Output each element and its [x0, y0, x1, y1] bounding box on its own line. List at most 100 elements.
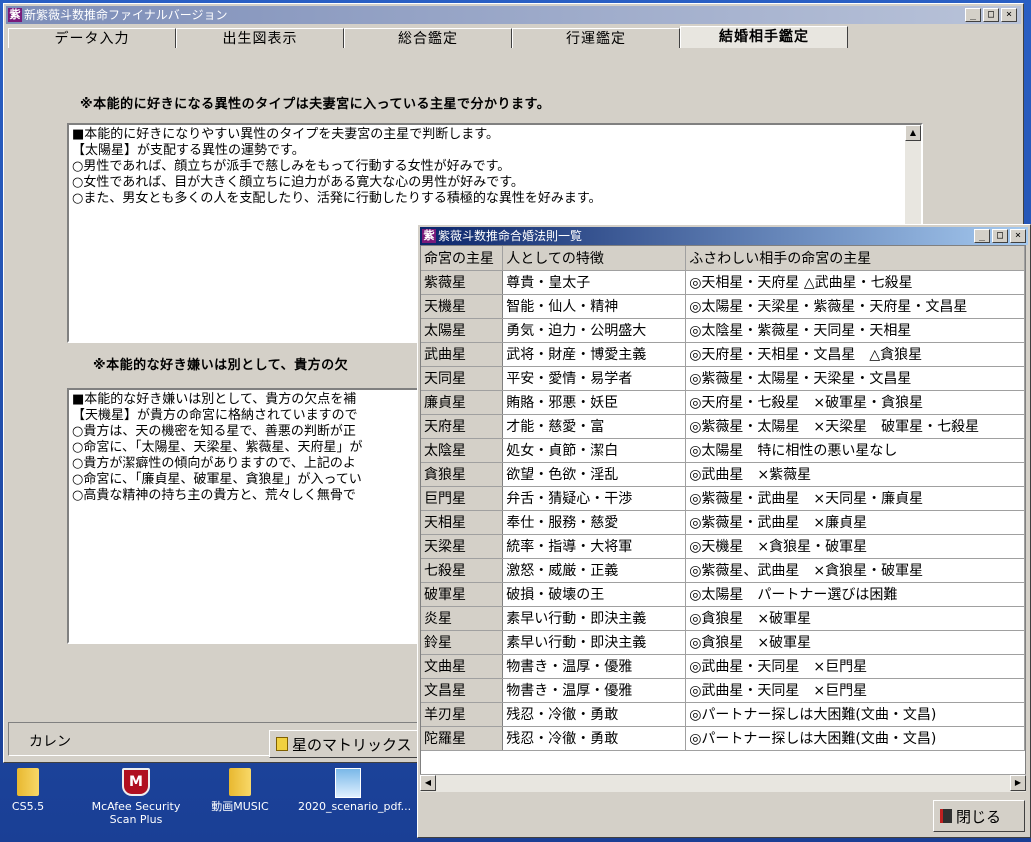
cell-suitable-partner[interactable]: ◎紫薇星・武曲星 ×天同星・廉貞星 — [685, 486, 1025, 511]
cell-suitable-partner[interactable]: ◎武曲星・天同星 ×巨門星 — [685, 678, 1025, 703]
cell-main-star[interactable]: 巨門星 — [421, 486, 504, 511]
cell-suitable-partner[interactable]: ◎貪狼星 ×破軍星 — [685, 606, 1025, 631]
cell-characteristics[interactable]: 勇気・迫力・公明盛大 — [502, 318, 687, 343]
cell-characteristics[interactable]: 弁舌・猜疑心・干渉 — [502, 486, 687, 511]
cell-suitable-partner[interactable]: ◎紫薇星・太陽星・天梁星・文昌星 — [685, 366, 1025, 391]
table-row[interactable]: 天同星 平安・愛情・易学者 ◎紫薇星・太陽星・天梁星・文昌星 — [421, 366, 1025, 391]
cell-suitable-partner[interactable]: ◎紫薇星・武曲星 ×廉貞星 — [685, 510, 1025, 535]
cell-main-star[interactable]: 七殺星 — [421, 558, 504, 583]
cell-main-star[interactable]: 天同星 — [421, 366, 504, 391]
cell-main-star[interactable]: 紫薇星 — [421, 270, 504, 295]
cell-characteristics[interactable]: 尊貴・皇太子 — [502, 270, 687, 295]
cell-characteristics[interactable]: 才能・慈愛・富 — [502, 414, 687, 439]
scroll-up-icon[interactable]: ▲ — [905, 125, 921, 141]
table-row[interactable]: 巨門星 弁舌・猜疑心・干渉 ◎紫薇星・武曲星 ×天同星・廉貞星 — [421, 486, 1025, 511]
cell-suitable-partner[interactable]: ◎太陽星 特に相性の悪い星なし — [685, 438, 1025, 463]
table-row[interactable]: 文昌星 物書き・温厚・優雅 ◎武曲星・天同星 ×巨門星 — [421, 678, 1025, 703]
cell-suitable-partner[interactable]: ◎太陰星・紫薇星・天同星・天相星 — [685, 318, 1025, 343]
table-row[interactable]: 破軍星 破損・破壊の王 ◎太陽星 パートナー選びは困難 — [421, 582, 1025, 607]
cell-main-star[interactable]: 天相星 — [421, 510, 504, 535]
cell-characteristics[interactable]: 物書き・温厚・優雅 — [502, 654, 687, 679]
cell-suitable-partner[interactable]: ◎パートナー探しは大困難(文曲・文昌) — [685, 726, 1025, 751]
cell-suitable-partner[interactable]: ◎武曲星・天同星 ×巨門星 — [685, 654, 1025, 679]
close-button[interactable]: × — [1001, 8, 1017, 22]
cell-main-star[interactable]: 貪狼星 — [421, 462, 504, 487]
cell-main-star[interactable]: 文昌星 — [421, 678, 504, 703]
cell-characteristics[interactable]: 残忍・冷徹・勇敢 — [502, 726, 687, 751]
maximize-button[interactable]: □ — [983, 8, 999, 22]
table-row[interactable]: 天梁星 統率・指導・大将軍 ◎天機星 ×貪狼星・破軍星 — [421, 534, 1025, 559]
cell-characteristics[interactable]: 賄賂・邪悪・妖臣 — [502, 390, 687, 415]
cell-suitable-partner[interactable]: ◎太陽星・天梁星・紫薇星・天府星・文昌星 — [685, 294, 1025, 319]
cell-suitable-partner[interactable]: ◎紫薇星・太陽星 ×天梁星 破軍星・七殺星 — [685, 414, 1025, 439]
column-header[interactable]: 命宮の主星 — [421, 246, 504, 271]
cell-main-star[interactable]: 太陰星 — [421, 438, 504, 463]
table-row[interactable]: 文曲星 物書き・温厚・優雅 ◎武曲星・天同星 ×巨門星 — [421, 654, 1025, 679]
table-row[interactable]: 陀羅星 残忍・冷徹・勇敢 ◎パートナー探しは大困難(文曲・文昌) — [421, 726, 1025, 751]
scroll-left-icon[interactable]: ◀ — [420, 775, 436, 791]
table-row[interactable]: 炎星 素早い行動・即決主義 ◎貪狼星 ×破軍星 — [421, 606, 1025, 631]
main-window-titlebar[interactable]: 紫 新紫薇斗数推命ファイナルバージョン — [6, 6, 1021, 24]
cell-characteristics[interactable]: 武将・財産・博愛主義 — [502, 342, 687, 367]
cell-suitable-partner[interactable]: ◎天機星 ×貪狼星・破軍星 — [685, 534, 1025, 559]
cell-suitable-partner[interactable]: ◎太陽星 パートナー選びは困難 — [685, 582, 1025, 607]
cell-characteristics[interactable]: 破損・破壊の王 — [502, 582, 687, 607]
cell-suitable-partner[interactable]: ◎パートナー探しは大困難(文曲・文昌) — [685, 702, 1025, 727]
cell-characteristics[interactable]: 奉仕・服務・慈愛 — [502, 510, 687, 535]
table-row[interactable]: 七殺星 激怒・威厳・正義 ◎紫薇星、武曲星 ×貪狼星・破軍星 — [421, 558, 1025, 583]
table-row[interactable]: 太陰星 処女・貞節・潔白 ◎太陽星 特に相性の悪い星なし — [421, 438, 1025, 463]
table-row[interactable]: 貪狼星 欲望・色欲・淫乱 ◎武曲星 ×紫薇星 — [421, 462, 1025, 487]
cell-characteristics[interactable]: 残忍・冷徹・勇敢 — [502, 702, 687, 727]
cell-main-star[interactable]: 天梁星 — [421, 534, 504, 559]
maximize-button[interactable]: □ — [992, 229, 1008, 243]
column-header[interactable]: 人としての特徴 — [502, 246, 687, 271]
minimize-button[interactable]: _ — [974, 229, 990, 243]
scroll-right-icon[interactable]: ▶ — [1010, 775, 1026, 791]
tab-data-input[interactable]: データ入力 — [8, 28, 176, 48]
column-header[interactable]: ふさわしい相手の命宮の主星 — [685, 246, 1025, 271]
cell-main-star[interactable]: 羊刃星 — [421, 702, 504, 727]
cell-main-star[interactable]: 太陽星 — [421, 318, 504, 343]
tab-marriage-partner[interactable]: 結婚相手鑑定 — [680, 26, 848, 48]
cell-main-star[interactable]: 天機星 — [421, 294, 504, 319]
cell-main-star[interactable]: 廉貞星 — [421, 390, 504, 415]
cell-characteristics[interactable]: 欲望・色欲・淫乱 — [502, 462, 687, 487]
cell-characteristics[interactable]: 素早い行動・即決主義 — [502, 606, 687, 631]
cell-characteristics[interactable]: 智能・仙人・精神 — [502, 294, 687, 319]
cell-characteristics[interactable]: 素早い行動・即決主義 — [502, 630, 687, 655]
table-row[interactable]: 太陽星 勇気・迫力・公明盛大 ◎太陰星・紫薇星・天同星・天相星 — [421, 318, 1025, 343]
cell-suitable-partner[interactable]: ◎天府星・天相星・文昌星 △貪狼星 — [685, 342, 1025, 367]
cell-main-star[interactable]: 鈴星 — [421, 630, 504, 655]
star-matrix-button[interactable]: 星のマトリックス — [269, 730, 419, 758]
cell-suitable-partner[interactable]: ◎天府星・七殺星 ×破軍星・貪狼星 — [685, 390, 1025, 415]
close-button[interactable]: × — [1010, 229, 1026, 243]
table-row[interactable]: 武曲星 武将・財産・博愛主義 ◎天府星・天相星・文昌星 △貪狼星 — [421, 342, 1025, 367]
cell-characteristics[interactable]: 処女・貞節・潔白 — [502, 438, 687, 463]
popup-titlebar[interactable]: 紫 紫薇斗数推命合婚法則一覧 — [420, 227, 1028, 245]
cell-characteristics[interactable]: 統率・指導・大将軍 — [502, 534, 687, 559]
desktop-icon-cs55[interactable]: CS5.5 — [0, 768, 78, 813]
cell-suitable-partner[interactable]: ◎天相星・天府星 △武曲星・七殺星 — [685, 270, 1025, 295]
cell-suitable-partner[interactable]: ◎紫薇星、武曲星 ×貪狼星・破軍星 — [685, 558, 1025, 583]
tab-chart-display[interactable]: 出生図表示 — [176, 28, 344, 48]
desktop-icon-movie-music[interactable]: 動画MUSIC — [190, 768, 290, 813]
table-row[interactable]: 天相星 奉仕・服務・慈愛 ◎紫薇星・武曲星 ×廉貞星 — [421, 510, 1025, 535]
cell-main-star[interactable]: 破軍星 — [421, 582, 504, 607]
cell-suitable-partner[interactable]: ◎武曲星 ×紫薇星 — [685, 462, 1025, 487]
table-row[interactable]: 天機星 智能・仙人・精神 ◎太陽星・天梁星・紫薇星・天府星・文昌星 — [421, 294, 1025, 319]
cell-main-star[interactable]: 文曲星 — [421, 654, 504, 679]
table-row[interactable]: 鈴星 素早い行動・即決主義 ◎貪狼星 ×破軍星 — [421, 630, 1025, 655]
cell-main-star[interactable]: 天府星 — [421, 414, 504, 439]
grid-horizontal-scrollbar[interactable]: ◀ ▶ — [420, 774, 1026, 792]
tab-fortune-reading[interactable]: 行運鑑定 — [512, 28, 680, 48]
memo-compatibility[interactable]: ■本能的な好き嫌いは別として、貴方の欠点を補 【天機星】が貴方の命宮に格納されて… — [67, 388, 423, 644]
cell-characteristics[interactable]: 平安・愛情・易学者 — [502, 366, 687, 391]
close-dialog-button[interactable]: 閉じる — [933, 800, 1025, 832]
table-row[interactable]: 廉貞星 賄賂・邪悪・妖臣 ◎天府星・七殺星 ×破軍星・貪狼星 — [421, 390, 1025, 415]
desktop-icon-scenario-pdf[interactable]: 2020_scenario_pdf... — [298, 768, 411, 813]
cell-characteristics[interactable]: 物書き・温厚・優雅 — [502, 678, 687, 703]
desktop-icon-mcafee[interactable]: M McAfee Security Scan Plus — [86, 768, 186, 826]
tab-overall-reading[interactable]: 総合鑑定 — [344, 28, 512, 48]
compatibility-grid[interactable]: 命宮の主星 人としての特徴 ふさわしい相手の命宮の主星 紫薇星 尊貴・皇太子 ◎天相… — [420, 245, 1026, 792]
cell-characteristics[interactable]: 激怒・威厳・正義 — [502, 558, 687, 583]
